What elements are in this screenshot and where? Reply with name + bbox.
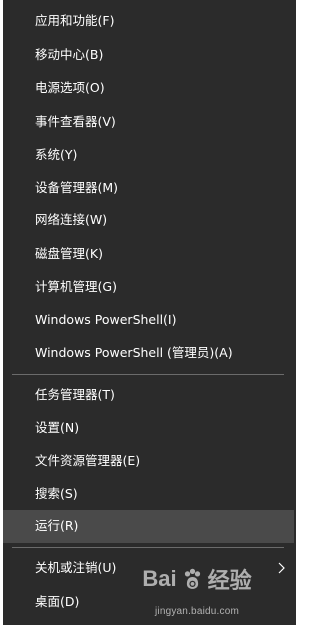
winx-context-menu: 应用和功能(F) 移动中心(B) 电源选项(O) 事件查看器(V) 系统(Y) …: [0, 0, 296, 625]
menu-item-label: 电源选项(O): [35, 80, 105, 96]
menu-item-label: 设备管理器(M): [35, 180, 119, 196]
menu-item-label: 关机或注销(U): [35, 560, 117, 576]
menu-item-apps-and-features[interactable]: 应用和功能(F): [3, 5, 294, 38]
menu-item-label: Windows PowerShell(I): [35, 312, 177, 328]
menu-item-label: 计算机管理(G): [35, 279, 117, 295]
menu-item-label: 桌面(D): [35, 594, 80, 610]
menu-item-settings[interactable]: 设置(N): [3, 412, 294, 445]
menu-item-event-viewer[interactable]: 事件查看器(V): [3, 106, 294, 139]
menu-item-shutdown-or-sign-out[interactable]: 关机或注销(U): [3, 552, 294, 585]
menu-item-label: 网络连接(W): [35, 212, 108, 228]
menu-item-label: 文件资源管理器(E): [35, 453, 141, 469]
menu-item-system[interactable]: 系统(Y): [3, 139, 294, 172]
menu-item-power-options[interactable]: 电源选项(O): [3, 72, 294, 105]
menu-divider: [12, 374, 284, 375]
menu-item-network-connections[interactable]: 网络连接(W): [3, 204, 294, 237]
menu-item-label: Windows PowerShell (管理员)(A): [35, 345, 233, 361]
menu-item-computer-management[interactable]: 计算机管理(G): [3, 271, 294, 304]
menu-item-mobility-center[interactable]: 移动中心(B): [3, 39, 294, 72]
menu-item-label: 事件查看器(V): [35, 114, 116, 130]
menu-item-label: 搜索(S): [35, 486, 78, 502]
menu-item-label: 设置(N): [35, 420, 80, 436]
menu-item-run[interactable]: 运行(R): [3, 510, 294, 543]
menu-divider: [12, 547, 284, 548]
menu-item-label: 移动中心(B): [35, 47, 104, 63]
menu-item-label: 任务管理器(T): [35, 387, 115, 403]
menu-item-file-explorer[interactable]: 文件资源管理器(E): [3, 445, 294, 478]
menu-item-task-manager[interactable]: 任务管理器(T): [3, 379, 294, 412]
menu-item-desktop[interactable]: 桌面(D): [3, 586, 294, 619]
menu-item-device-manager[interactable]: 设备管理器(M): [3, 172, 294, 205]
chevron-right-icon: [275, 562, 287, 574]
menu-item-label: 磁盘管理(K): [35, 246, 103, 262]
menu-item-label: 运行(R): [35, 518, 79, 534]
menu-right-edge: [294, 0, 296, 625]
menu-item-windows-powershell[interactable]: Windows PowerShell(I): [3, 304, 294, 337]
menu-item-windows-powershell-admin[interactable]: Windows PowerShell (管理员)(A): [3, 337, 294, 370]
menu-item-disk-management[interactable]: 磁盘管理(K): [3, 238, 294, 271]
menu-item-search[interactable]: 搜索(S): [3, 478, 294, 511]
menu-item-label: 应用和功能(F): [35, 13, 115, 29]
menu-item-label: 系统(Y): [35, 147, 78, 163]
